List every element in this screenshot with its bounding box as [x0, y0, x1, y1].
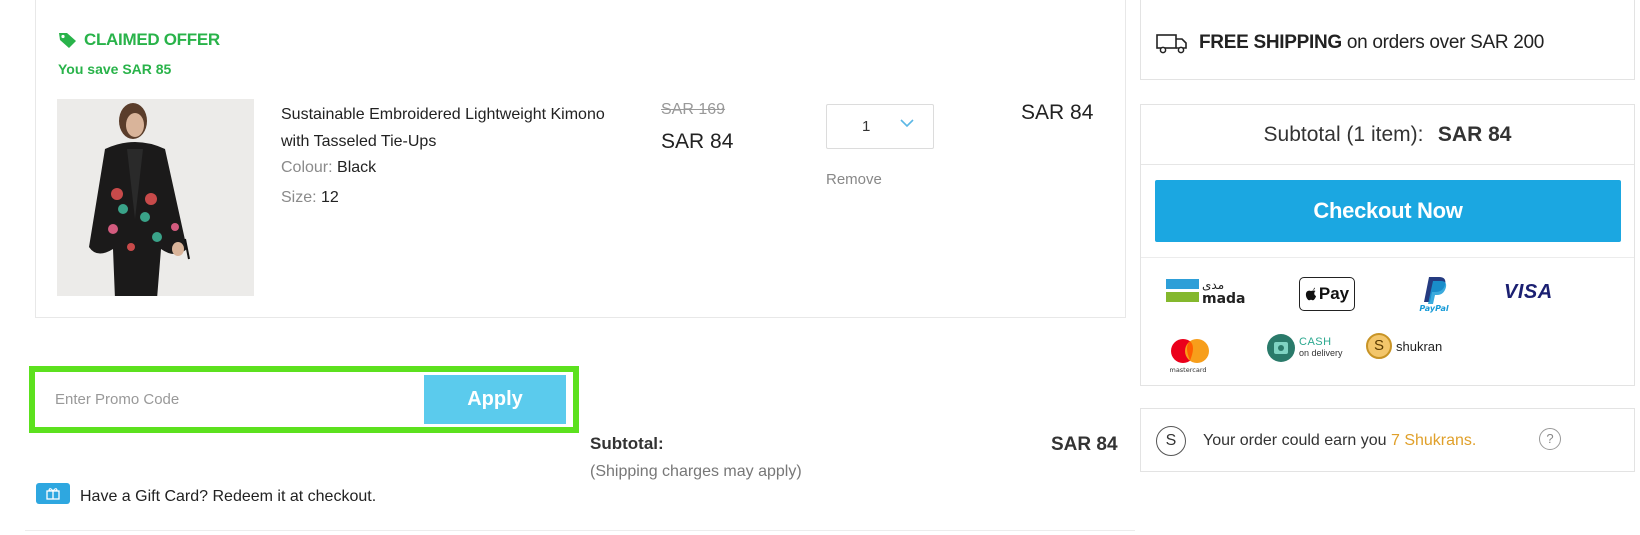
divider	[25, 530, 1135, 531]
free-shipping-text: FREE SHIPPING on orders over SAR 200	[1199, 32, 1544, 54]
line-total: SAR 84	[1021, 101, 1094, 124]
summary-subtotal-amount: SAR 84	[1437, 123, 1512, 146]
apply-promo-button[interactable]: Apply	[424, 375, 566, 424]
mada-logo: مدى mada	[1166, 275, 1248, 312]
cod-line2: on delivery	[1299, 348, 1343, 358]
cart-subtotal-value: SAR 84	[1051, 434, 1118, 455]
paypal-logo: PayPal	[1409, 275, 1459, 318]
shukran-text: shukran	[1396, 338, 1443, 354]
free-shipping-banner: FREE SHIPPING on orders over SAR 200	[1140, 0, 1635, 80]
chevron-down-icon	[900, 119, 914, 128]
shipping-charges-note: (Shipping charges may apply)	[590, 463, 802, 480]
remove-item-link[interactable]: Remove	[826, 171, 882, 188]
tag-icon	[59, 33, 76, 48]
apple-pay-logo: Pay	[1299, 277, 1355, 311]
claimed-offer-label: CLAIMED OFFER	[84, 30, 220, 49]
cart-item-card: CLAIMED OFFER You save SAR 85 Sustainabl…	[35, 0, 1126, 318]
apple-icon	[1305, 287, 1316, 301]
quantity-select[interactable]: 1	[826, 104, 934, 149]
checkout-now-button[interactable]: Checkout Now	[1155, 180, 1621, 242]
free-shipping-bold: FREE SHIPPING	[1199, 32, 1342, 53]
current-price: SAR 84	[661, 130, 734, 153]
gift-icon	[36, 482, 70, 504]
gift-card-row: Have a Gift Card? Redeem it at checkout.	[36, 480, 376, 506]
product-colour: Colour: Black	[281, 159, 376, 177]
shukran-earn-text: Your order could earn you 7 Shukrans.	[1203, 432, 1476, 450]
claimed-offer-row: CLAIMED OFFER	[58, 30, 220, 50]
shukran-logo: S shukran	[1366, 333, 1442, 359]
divider	[1141, 257, 1634, 258]
summary-subtotal-label: Subtotal (1 item):	[1263, 123, 1424, 146]
size-value: 12	[321, 189, 339, 206]
mada-text: mada	[1202, 291, 1246, 307]
free-shipping-rest: on orders over SAR 200	[1341, 32, 1545, 53]
shukran-earn-prefix: Your order could earn you	[1203, 432, 1391, 449]
quantity-value: 1	[862, 118, 871, 135]
promo-code-form: Apply	[29, 366, 579, 433]
original-price: SAR 169	[661, 101, 726, 118]
visa-logo: VISA	[1504, 281, 1553, 303]
paypal-text: PayPal	[1419, 304, 1448, 313]
cash-on-delivery-logo: CASH on delivery	[1266, 333, 1343, 363]
colour-label: Colour:	[281, 159, 333, 176]
product-size: Size: 12	[281, 189, 339, 207]
shukran-earn-box: S Your order could earn you 7 Shukrans. …	[1140, 408, 1635, 472]
product-image[interactable]	[57, 99, 254, 296]
cod-line1: CASH	[1299, 336, 1332, 348]
shukran-earn-amount: 7 Shukrans.	[1390, 432, 1477, 449]
help-icon[interactable]: ?	[1539, 428, 1561, 450]
cash-icon	[1267, 334, 1295, 362]
cart-subtotal-label: Subtotal:	[590, 434, 664, 453]
apple-pay-text: Pay	[1318, 284, 1350, 303]
gift-card-text: Have a Gift Card? Redeem it at checkout.	[80, 488, 377, 505]
shukran-icon: S	[1156, 426, 1186, 456]
shukran-coin-icon: S	[1366, 333, 1392, 359]
colour-value: Black	[337, 159, 377, 176]
mastercard-logo: mastercard	[1166, 335, 1214, 380]
savings-text: You save SAR 85	[58, 61, 172, 77]
mastercard-text: mastercard	[1169, 366, 1206, 374]
summary-subtotal: Subtotal (1 item): SAR 84	[1141, 105, 1634, 165]
order-summary: Subtotal (1 item): SAR 84 Checkout Now م…	[1140, 104, 1635, 386]
product-name[interactable]: Sustainable Embroidered Lightweight Kimo…	[281, 101, 611, 155]
mada-arabic-text: مدى	[1202, 278, 1224, 292]
promo-code-input[interactable]	[43, 375, 421, 424]
truck-icon	[1156, 34, 1187, 54]
product-photo-illustration	[57, 99, 254, 296]
size-label: Size:	[281, 189, 317, 206]
